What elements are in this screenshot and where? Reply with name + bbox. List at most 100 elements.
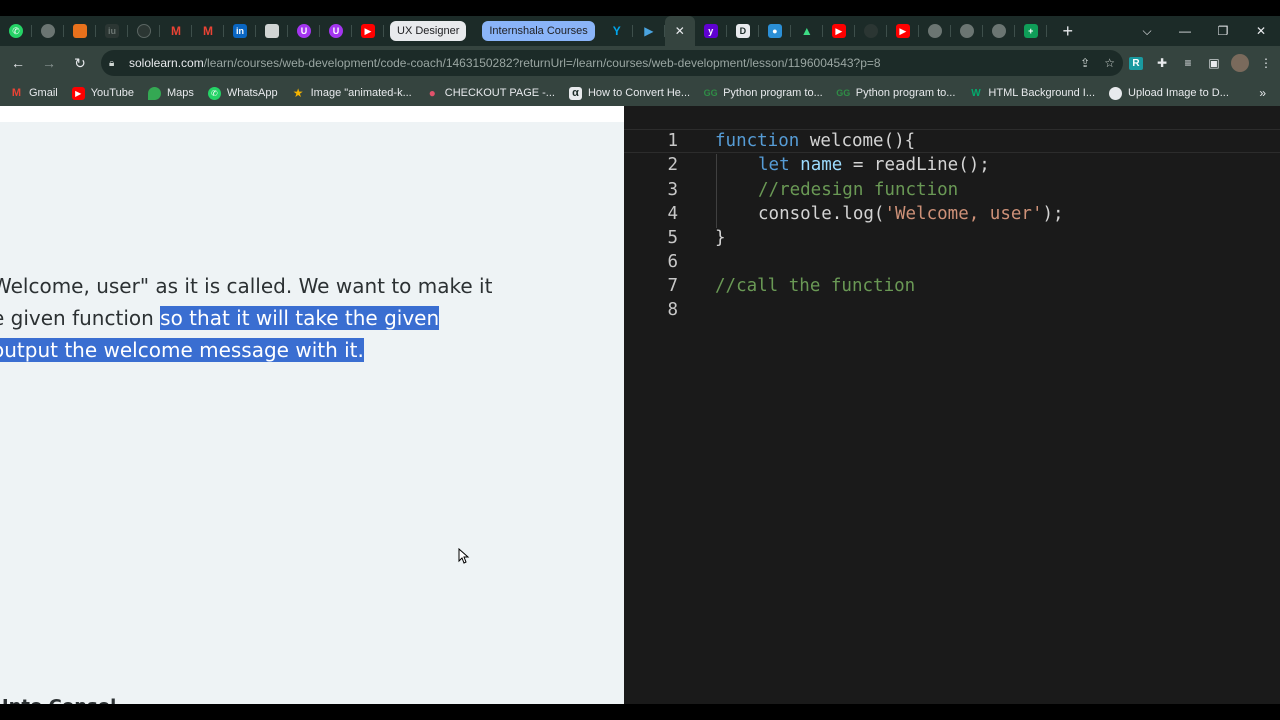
url-domain: sololearn.com [129,56,204,70]
globe-icon [1109,86,1123,100]
section-heading: Unto Consol [0,696,116,704]
media-control-icon[interactable]: ≡ [1175,50,1201,76]
tab-iu[interactable]: iu [96,16,128,46]
tab-group-internshala[interactable]: Internshala Courses [482,21,595,41]
tab-whatsapp[interactable]: ✆ [0,16,32,46]
internshala-icon: Y [612,24,621,38]
dark-app-icon [863,24,878,38]
code-line-4[interactable]: 4 console.log('Welcome, user'); [624,202,1280,226]
code-line-5[interactable]: 5 } [624,226,1280,250]
code-line-3[interactable]: 3 //redesign function [624,178,1280,202]
globe-icon [927,24,942,38]
bookmark-html-background[interactable]: W HTML Background I... [969,87,1095,100]
alpha-icon: α [568,86,582,100]
tab-gmail-2[interactable]: M [192,16,224,46]
close-icon[interactable]: ✕ [675,24,685,38]
code-line-2[interactable]: 2 let name = readLine(); [624,153,1280,177]
tab-globe-2[interactable] [919,16,951,46]
string-literal: 'Welcome, user' [884,204,1043,224]
profile-avatar[interactable] [1227,50,1253,76]
tab-yahoo[interactable]: y [695,16,727,46]
extension-r-icon[interactable]: R [1123,50,1149,76]
page-icon [265,24,279,38]
restore-button[interactable]: ❐ [1204,16,1242,46]
line-number: 8 [667,300,678,320]
tab-globe[interactable] [32,16,64,46]
gmail-icon: M [171,24,181,38]
tab-youtube-3[interactable]: ▶ [887,16,919,46]
android-icon: ▲ [800,24,813,38]
tab-gmail-1[interactable]: M [160,16,192,46]
tab-page[interactable] [256,16,288,46]
code-line-8[interactable]: 8 [624,298,1280,322]
tab-active-sololearn[interactable]: ✕ [664,16,695,46]
forward-button[interactable]: → [36,50,62,76]
youtube-icon: ▶ [361,24,375,38]
tab-udemy-2[interactable]: U [320,16,352,46]
bookmark-star-icon[interactable]: ☆ [1104,56,1115,70]
bookmark-checkout-page[interactable]: ● CHECKOUT PAGE -... [426,86,555,100]
share-icon[interactable]: ⇪ [1080,56,1090,70]
youtube-icon: ▶ [895,24,910,38]
bookmark-python-program-1[interactable]: GG Python program to... [704,87,823,100]
call-close: ); [1042,204,1064,224]
bookmark-maps[interactable]: Maps [147,86,194,100]
problem-line-2: e given function so that it will take th… [0,306,440,330]
tab-youtube-1[interactable]: ▶ [352,16,384,46]
tab-github[interactable] [128,16,160,46]
bookmark-gmail[interactable]: M Gmail [10,87,58,100]
tab-d[interactable]: D [727,16,759,46]
tab-blue[interactable]: ● [759,16,791,46]
bookmark-how-to-convert[interactable]: α How to Convert He... [568,86,690,100]
close-window-button[interactable]: ✕ [1242,16,1280,46]
bookmark-python-program-2[interactable]: GG Python program to... [836,87,955,100]
code-editor[interactable]: 1 function welcome(){ 2 let name = readL… [624,106,1280,704]
menu-kebab-icon[interactable]: ⋮ [1253,50,1279,76]
tab-android[interactable]: ▲ [791,16,823,46]
tab-orange-hex[interactable] [64,16,96,46]
line-number: 4 [667,204,678,224]
page-content: Welcome, user" as it is called. We want … [0,106,1280,704]
iu-icon: iu [105,24,119,38]
gmail-icon: M [203,24,213,38]
letterbox-bottom [0,704,1280,720]
side-panel-icon[interactable]: ▣ [1201,50,1227,76]
tab-linkedin[interactable]: in [224,16,256,46]
code-line-1[interactable]: 1 function welcome(){ [624,129,1280,153]
back-button[interactable]: ← [5,50,31,76]
tab-globe-4[interactable] [983,16,1015,46]
tab-sheets[interactable]: + [1015,16,1047,46]
comment-call-function: //call the function [715,276,916,296]
line-number: 5 [667,228,678,248]
tab-youtube-2[interactable]: ▶ [823,16,855,46]
play-icon: ▶ [644,24,654,38]
whatsapp-icon: ✆ [9,24,23,38]
url-path: /learn/courses/web-development/code-coac… [203,56,881,70]
line-number: 1 [667,131,678,151]
tab-internshala-1[interactable]: Y [601,16,633,46]
bookmark-image-animated[interactable]: ★ Image "animated-k... [292,86,412,100]
extensions-puzzle-icon[interactable]: ✚ [1149,50,1175,76]
tab-dark[interactable] [855,16,887,46]
tab-group-ux-designer[interactable]: UX Designer [390,21,467,41]
more-bookmarks-button[interactable]: » [1259,86,1266,100]
code-line-7[interactable]: 7 //call the function [624,274,1280,298]
header-strip [0,106,624,122]
bookmark-youtube[interactable]: ▶ YouTube [71,86,134,100]
bookmark-whatsapp[interactable]: ✆ WhatsApp [207,86,278,100]
reload-button[interactable]: ↻ [67,50,93,76]
letterbox-top [0,0,1280,16]
yahoo-icon: y [703,24,718,38]
code-line-6[interactable]: 6 [624,250,1280,274]
tab-search-icon[interactable]: ⌵ [1128,16,1166,46]
new-tab-button[interactable]: + [1053,16,1083,46]
minimize-button[interactable]: — [1166,16,1204,46]
tab-udemy-1[interactable]: U [288,16,320,46]
problem-line-1: Welcome, user" as it is called. We want … [0,274,493,298]
udemy-icon: U [297,24,311,38]
bookmark-upload-image[interactable]: Upload Image to D... [1109,86,1229,100]
tab-globe-3[interactable] [951,16,983,46]
address-bar[interactable]: 🔒︎ sololearn.com/learn/courses/web-devel… [101,50,1123,76]
variable-name: name [800,155,843,175]
tab-internshala-2[interactable]: ▶ [633,16,665,46]
